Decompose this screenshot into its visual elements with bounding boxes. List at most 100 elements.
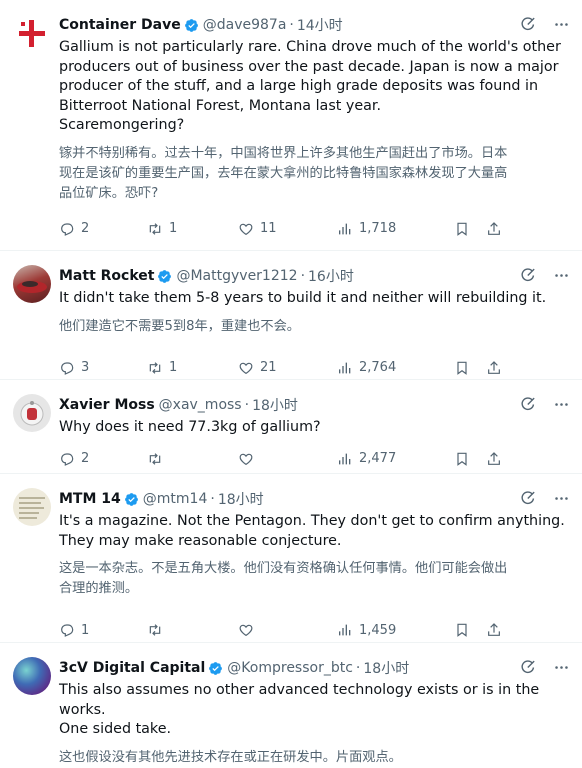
views-icon xyxy=(339,453,351,464)
grok-translate-icon[interactable] xyxy=(520,267,537,284)
bookmark-button[interactable] xyxy=(454,622,486,638)
author-name[interactable]: Matt Rocket xyxy=(59,268,154,284)
timestamp[interactable]: 18小时 xyxy=(363,658,409,678)
retweet-count: 1 xyxy=(169,221,178,236)
reply-button[interactable]: 2 xyxy=(59,221,147,237)
like-button[interactable] xyxy=(238,622,337,638)
share-button[interactable] xyxy=(486,221,502,237)
views-count: 1,459 xyxy=(359,622,397,638)
reply-button[interactable]: 2 xyxy=(59,451,147,467)
bookmark-button[interactable] xyxy=(454,360,486,376)
reply-feed: Container Dave @dave987a · 14小时 Gallium … xyxy=(0,0,582,765)
like-icon xyxy=(239,624,253,637)
like-button[interactable] xyxy=(238,451,337,467)
views-count: 2,764 xyxy=(359,360,397,375)
author-handle[interactable]: @Mattgyver1212 xyxy=(176,268,297,284)
more-icon[interactable] xyxy=(553,659,570,676)
like-icon xyxy=(239,453,253,465)
author-handle[interactable]: @xav_moss xyxy=(159,397,242,413)
reply-count: 3 xyxy=(81,360,90,375)
reply-button[interactable]: 3 xyxy=(59,360,147,376)
separator-dot: · xyxy=(244,397,250,413)
timestamp[interactable]: 16小时 xyxy=(308,266,354,286)
like-button[interactable]: 21 xyxy=(238,360,337,376)
bookmark-icon xyxy=(457,361,467,375)
tweet[interactable]: Container Dave @dave987a · 14小时 Gallium … xyxy=(0,0,582,251)
tweet-header-actions xyxy=(520,659,570,676)
tweet-text: Why does it need 77.3kg of gallium? xyxy=(59,419,321,435)
more-icon[interactable] xyxy=(553,396,570,413)
author-name[interactable]: Xavier Moss xyxy=(59,397,155,413)
tweet[interactable]: Xavier Moss @xav_moss · 18小时 Why does it… xyxy=(0,380,582,474)
tweet-header-actions xyxy=(520,490,570,507)
tweet-text: It's a magazine. Not the Pentagon. They … xyxy=(59,513,565,549)
timestamp[interactable]: 18小时 xyxy=(218,489,264,509)
more-icon[interactable] xyxy=(553,267,570,284)
share-button[interactable] xyxy=(486,360,502,376)
tweet[interactable]: MTM 14 @mtm14 · 18小时 It's a magazine. No… xyxy=(0,474,582,643)
verified-badge-icon xyxy=(184,18,198,32)
grok-translate-icon[interactable] xyxy=(520,659,537,676)
tweet-translation: 这也假设没有其他先进技术存在或正在研发中。片面观点。 xyxy=(59,749,402,765)
bookmark-button[interactable] xyxy=(454,451,486,467)
verified-badge-icon xyxy=(158,269,172,283)
timestamp[interactable]: 18小时 xyxy=(252,395,298,415)
tweet[interactable]: Matt Rocket @Mattgyver1212 · 16小时 It did… xyxy=(0,251,582,380)
author-handle[interactable]: @dave987a xyxy=(203,17,287,33)
share-button[interactable] xyxy=(486,451,502,467)
bookmark-icon xyxy=(457,222,467,236)
verified-badge-icon xyxy=(124,492,138,506)
grok-translate-icon[interactable] xyxy=(520,396,537,413)
like-count: 11 xyxy=(260,221,277,236)
share-icon xyxy=(488,360,500,374)
tweet-translation: 镓并不特别稀有。过去十年，中国将世界上许多其他生产国赶出了市场。日本 现在是该矿… xyxy=(59,145,508,201)
views-button[interactable]: 2,477 xyxy=(337,451,454,467)
action-bar: 3 1 21 2,764 xyxy=(59,353,570,383)
author-name[interactable]: Container Dave xyxy=(59,17,181,33)
views-count: 1,718 xyxy=(359,221,397,236)
grok-translate-icon[interactable] xyxy=(520,490,537,507)
separator-dot: · xyxy=(210,491,215,507)
reply-icon xyxy=(61,222,74,236)
retweet-count: 1 xyxy=(169,360,178,375)
avatar[interactable] xyxy=(13,657,51,695)
tweet[interactable]: 3cV Digital Capital @Kompressor_btc · 18… xyxy=(0,643,582,765)
tweet-text: It didn't take them 5-8 years to build i… xyxy=(59,290,547,306)
retweet-icon xyxy=(149,222,161,235)
retweet-button[interactable] xyxy=(147,451,238,467)
author-name[interactable]: 3cV Digital Capital xyxy=(59,660,205,676)
avatar[interactable] xyxy=(13,488,51,526)
avatar[interactable] xyxy=(13,14,51,52)
grok-translate-icon[interactable] xyxy=(520,16,537,33)
verified-badge-icon xyxy=(209,661,223,675)
more-icon[interactable] xyxy=(553,16,570,33)
avatar[interactable] xyxy=(13,265,51,303)
reply-count: 2 xyxy=(81,221,90,236)
views-button[interactable]: 1,718 xyxy=(337,221,454,237)
author-handle[interactable]: @Kompressor_btc xyxy=(227,660,353,676)
retweet-button[interactable] xyxy=(147,622,238,638)
bookmark-icon xyxy=(457,623,467,637)
timestamp[interactable]: 14小时 xyxy=(297,15,343,35)
reply-icon xyxy=(61,452,74,466)
more-icon[interactable] xyxy=(553,490,570,507)
author-handle[interactable]: @mtm14 xyxy=(143,491,208,507)
separator-dot: · xyxy=(300,268,306,284)
retweet-button[interactable]: 1 xyxy=(147,221,238,237)
tweet-header-actions xyxy=(520,396,570,413)
bookmark-button[interactable] xyxy=(454,221,486,237)
views-icon xyxy=(339,624,351,636)
views-button[interactable]: 1,459 xyxy=(337,622,454,638)
retweet-icon xyxy=(149,452,161,465)
like-count: 21 xyxy=(260,360,277,375)
tweet-header-actions xyxy=(520,267,570,284)
share-button[interactable] xyxy=(486,622,502,638)
author-name[interactable]: MTM 14 xyxy=(59,491,121,507)
views-button[interactable]: 2,764 xyxy=(337,360,454,376)
retweet-button[interactable]: 1 xyxy=(147,360,238,376)
avatar[interactable] xyxy=(13,394,51,432)
reply-button[interactable]: 1 xyxy=(59,622,147,638)
tweet-translation: 这是一本杂志。不是五角大楼。他们没有资格确认任何事情。他们可能会做出 合理的推测… xyxy=(59,561,508,596)
like-button[interactable]: 11 xyxy=(238,221,337,237)
tweet-header-actions xyxy=(520,16,570,33)
